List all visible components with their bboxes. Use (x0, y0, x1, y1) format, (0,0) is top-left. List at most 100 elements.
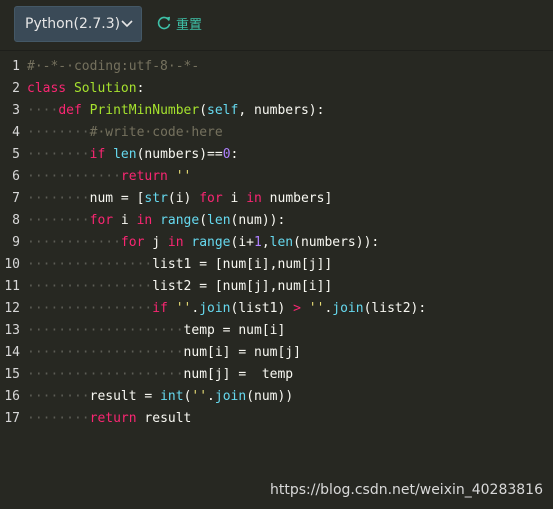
code-token: for (121, 235, 144, 250)
code-text: ················list2 = [num[j],num[i]] (27, 276, 332, 298)
code-text: ········for i in range(len(num)): (27, 210, 285, 232)
code-token: . (207, 389, 215, 404)
code-token (66, 81, 74, 96)
code-line[interactable]: 8 ········for i in range(len(num)): (0, 210, 553, 232)
line-number: 12 (0, 298, 20, 320)
code-token (152, 213, 160, 228)
code-token: (num)) (246, 389, 293, 404)
indent-guide: ···· (27, 103, 58, 118)
code-token: len (207, 213, 230, 228)
code-token: def (58, 103, 81, 118)
code-token: num = [ (90, 191, 145, 206)
code-line[interactable]: 15 ····················num[j] = temp (0, 364, 553, 386)
code-text: ················if ''.join(list1) > ''.j… (27, 298, 426, 320)
code-line[interactable]: 6············return '' (0, 166, 553, 188)
line-number: 14 (0, 342, 20, 364)
code-text: ········if len(numbers)==0: (27, 144, 238, 166)
code-token: list2 = [num[j],num[i]] (152, 279, 332, 294)
code-text: class Solution: (27, 78, 144, 100)
code-line[interactable]: 17········return result (0, 408, 553, 430)
code-editor[interactable]: 1#·-*-·coding:utf-8·-*-2class Solution:3… (0, 50, 553, 509)
code-token: : (137, 81, 145, 96)
code-line[interactable]: 2 class Solution: (0, 78, 553, 100)
code-token: '' (309, 301, 325, 316)
code-token: (numbers)== (137, 147, 223, 162)
code-token: range (191, 235, 230, 250)
code-token: return (90, 411, 137, 426)
code-line[interactable]: 5········if len(numbers)==0: (0, 144, 553, 166)
code-token: (i+ (231, 235, 254, 250)
line-number: 15 (0, 364, 20, 386)
code-token: (i) (168, 191, 199, 206)
code-token: if (152, 301, 168, 316)
code-token: result (137, 411, 192, 426)
code-token: join (215, 389, 246, 404)
line-number: 13 (0, 320, 20, 342)
code-token: num[i] = num[j] (184, 345, 301, 360)
code-token (105, 147, 113, 162)
indent-guide: ········ (27, 389, 90, 404)
code-text: ········#·write·code·here (27, 122, 223, 144)
line-number: 9 (0, 232, 20, 254)
code-text: ····················num[i] = num[j] (27, 342, 301, 364)
code-token: num[j] = temp (184, 367, 294, 382)
language-select[interactable]: Python(2.7.3) (14, 6, 142, 42)
code-token: len (270, 235, 293, 250)
language-select-label: Python(2.7.3) (25, 16, 120, 32)
code-line[interactable]: 14 ····················num[i] = num[j] (0, 342, 553, 364)
code-token: ( (199, 103, 207, 118)
code-token: '' (176, 169, 192, 184)
watermark-text: https://blog.csdn.net/weixin_40283816 (270, 482, 543, 498)
code-token: result = (90, 389, 160, 404)
editor-toolbar: Python(2.7.3) 重置 (0, 0, 553, 50)
code-token (301, 301, 309, 316)
code-token: '' (191, 389, 207, 404)
indent-guide: ········ (27, 191, 90, 206)
code-token: class (27, 81, 66, 96)
line-number: 4 (0, 122, 20, 144)
code-token: #·write·code·here (90, 125, 223, 140)
indent-guide: ············ (27, 235, 121, 250)
line-number: 8 (0, 210, 20, 232)
code-text: ················list1 = [num[i],num[j]] (27, 254, 332, 276)
code-token: , numbers): (238, 103, 324, 118)
line-number: 2 (0, 78, 20, 100)
code-line[interactable]: 4 ········#·write·code·here (0, 122, 553, 144)
code-token: > (293, 301, 301, 316)
code-token: numbers] (262, 191, 332, 206)
reset-label: 重置 (176, 14, 202, 33)
code-token (168, 169, 176, 184)
code-line[interactable]: 13····················temp = num[i] (0, 320, 553, 342)
indent-guide: ···················· (27, 345, 184, 360)
code-text: ····················num[j] = temp (27, 364, 293, 386)
code-text: ········return result (27, 408, 191, 430)
code-line[interactable]: 16 ········result = int(''.join(num)) (0, 386, 553, 408)
line-number: 16 (0, 386, 20, 408)
code-token: PrintMinNumber (90, 103, 200, 118)
reset-button[interactable]: 重置 (156, 12, 202, 34)
line-number: 1 (0, 56, 20, 78)
code-line[interactable]: 3····def PrintMinNumber(self, numbers): (0, 100, 553, 122)
code-token: j (144, 235, 167, 250)
code-line[interactable]: 9············for j in range(i+1,len(numb… (0, 232, 553, 254)
code-line[interactable]: 11················list2 = [num[j],num[i]… (0, 276, 553, 298)
indent-guide: ········ (27, 125, 90, 140)
code-line[interactable]: 1 #·-*-·coding:utf-8·-*- (0, 56, 553, 78)
code-token: Solution (74, 81, 137, 96)
code-line[interactable]: 12 ················if ''.join(list1) > ''… (0, 298, 553, 320)
code-line[interactable]: 7········num = [str(i) for i in numbers] (0, 188, 553, 210)
code-text: ····def PrintMinNumber(self, numbers): (27, 100, 324, 122)
indent-guide: ················ (27, 301, 152, 316)
code-token: in (168, 235, 184, 250)
code-line[interactable]: 10················list1 = [num[i],num[j]… (0, 254, 553, 276)
code-token: '' (176, 301, 192, 316)
code-token: ( (199, 213, 207, 228)
code-token: str (144, 191, 167, 206)
indent-guide: ········ (27, 411, 90, 426)
code-token: range (160, 213, 199, 228)
code-token: int (160, 389, 183, 404)
code-text: ········num = [str(i) for i in numbers] (27, 188, 332, 210)
code-token: (list1) (231, 301, 294, 316)
code-text: ········result = int(''.join(num)) (27, 386, 293, 408)
code-text: #·-*-·coding:utf-8·-*- (27, 56, 199, 78)
